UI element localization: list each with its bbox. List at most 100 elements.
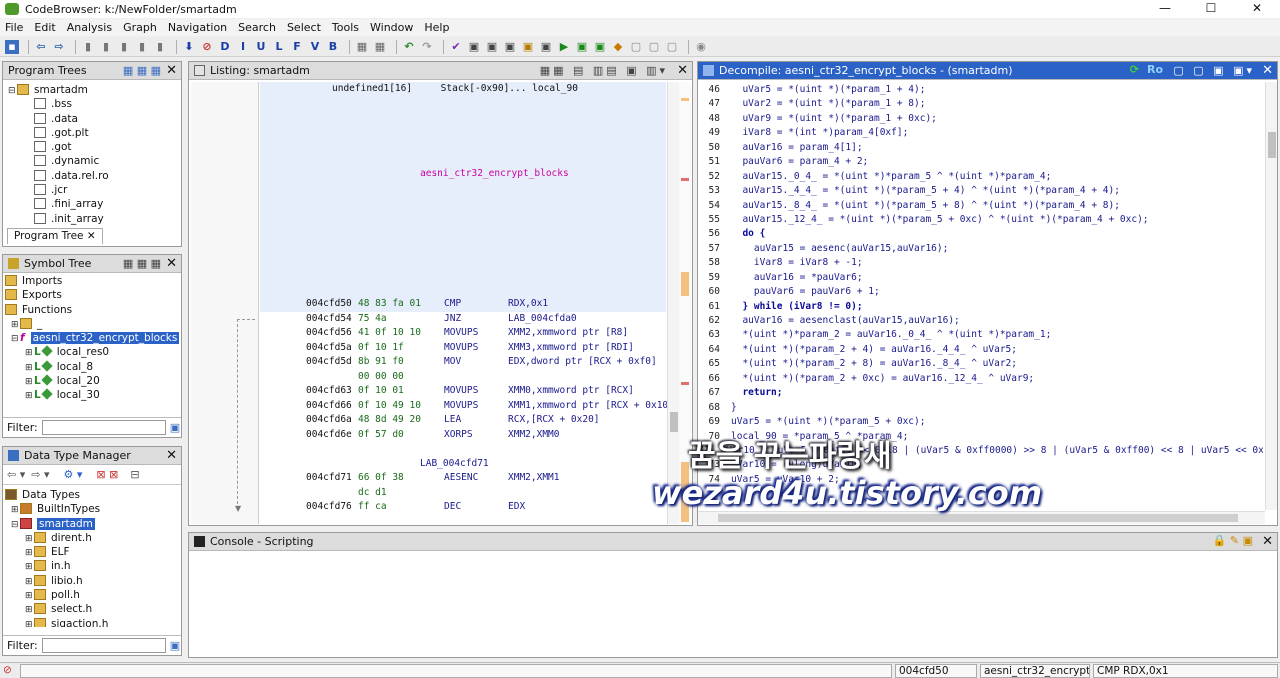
tree-item[interactable]: .init_array — [8, 212, 181, 226]
tree-item-category[interactable]: ⊞ dirent.h — [5, 531, 181, 545]
maximize-button[interactable]: ☐ — [1188, 0, 1234, 16]
tree-item-namespace[interactable]: ⊞ _ — [5, 317, 181, 331]
tree-item[interactable]: .data — [8, 112, 181, 126]
refresh-icon[interactable]: ⟳ — [1130, 63, 1139, 76]
menu-analysis[interactable]: Analysis — [67, 21, 112, 34]
navigate-icon[interactable]: ▮ — [117, 40, 131, 54]
close-window-button[interactable]: ✕ — [1234, 0, 1280, 16]
back-icon[interactable]: ⇦ ▾ — [7, 468, 25, 481]
undefined-button[interactable]: U — [254, 40, 268, 54]
tool-icon[interactable]: ▢ — [665, 40, 679, 54]
tree-item[interactable]: .got — [8, 140, 181, 154]
menu-navigation[interactable]: Navigation — [168, 21, 227, 34]
tool-icon[interactable]: ▣ — [539, 40, 553, 54]
save-icon[interactable]: ▪ — [5, 39, 19, 54]
tree-item[interactable]: .got.plt — [8, 126, 181, 140]
close-icon[interactable]: ✕ — [1262, 63, 1273, 78]
memory-icon[interactable]: ▦ — [355, 40, 369, 54]
panel-tools-icon[interactable]: ▦ ▦ ▦ — [123, 64, 161, 77]
tree-item-exports[interactable]: Exports — [5, 288, 181, 302]
instruction-button[interactable]: I — [236, 40, 250, 54]
diamond-icon[interactable]: ◆ — [611, 40, 625, 54]
menu-search[interactable]: Search — [238, 21, 276, 34]
tree-item-local[interactable]: ⊞L local_20 — [5, 374, 181, 388]
symbol-filter-input[interactable] — [41, 420, 166, 435]
close-icon[interactable]: ✕ — [166, 63, 177, 78]
tree-item[interactable]: .data.rel.ro — [8, 169, 181, 183]
menu-help[interactable]: Help — [424, 21, 449, 34]
menu-file[interactable]: File — [5, 21, 23, 34]
navigate-icon[interactable]: ▮ — [81, 40, 95, 54]
scrollbar-thumb[interactable] — [1268, 132, 1276, 158]
decompile-tools-icon[interactable]: ▢ ▢ ▣ ▣▾ — [1173, 64, 1255, 77]
tree-item-data-types[interactable]: Data Types — [5, 488, 181, 502]
tree-item[interactable]: .fini_array — [8, 197, 181, 211]
run-icon[interactable]: ▶ — [557, 40, 571, 54]
decompile-scrollbar[interactable] — [1265, 82, 1277, 510]
menu-graph[interactable]: Graph — [123, 21, 157, 34]
step-icon[interactable]: ▣ — [593, 40, 607, 54]
clear-icon[interactable]: ⊘ — [200, 40, 214, 54]
listing-scrollbar[interactable] — [667, 82, 679, 524]
filter-icon[interactable]: ⊠ ⊠ — [96, 468, 118, 481]
tool-icon[interactable]: ▣ — [467, 40, 481, 54]
down-arrow-icon[interactable]: ⬇ — [182, 40, 196, 54]
tool-icon[interactable]: ▣ — [485, 40, 499, 54]
tab-program-tree[interactable]: Program Tree ✕ — [7, 228, 103, 244]
tree-item[interactable]: .dynamic — [8, 154, 181, 168]
close-icon[interactable]: ✕ — [166, 256, 177, 271]
menu-tools[interactable]: Tools — [332, 21, 359, 34]
back-icon[interactable]: ⇦ — [34, 40, 48, 54]
close-icon[interactable]: ✕ — [677, 63, 688, 78]
tree-item[interactable]: .bss — [8, 97, 181, 111]
menu-edit[interactable]: Edit — [34, 21, 55, 34]
tree-item-function[interactable]: ⊟f aesni_ctr32_encrypt_blocks — [5, 331, 181, 345]
listing-tools-icon[interactable]: ▦▦ ▤ ▥▤ ▣ ▥▾ — [540, 64, 668, 77]
tree-item-category[interactable]: ⊞ select.h — [5, 602, 181, 616]
help-icon[interactable]: ◉ — [694, 40, 708, 54]
redo-icon[interactable]: ↷ — [420, 40, 434, 54]
dtm-filter-input[interactable] — [41, 638, 166, 653]
forward-icon[interactable]: ⇨ ▾ — [31, 468, 49, 481]
jump-label[interactable]: LAB_004cfd71 — [420, 457, 489, 472]
menu-window[interactable]: Window — [370, 21, 413, 34]
tree-item-local[interactable]: ⊞L local_res0 — [5, 345, 181, 359]
panel-tools-icon[interactable]: ▦ ▦ ▦ — [123, 257, 161, 270]
tree-item-program[interactable]: ⊟ smartadm — [5, 517, 181, 531]
function-label[interactable]: aesni_ctr32_encrypt_blocks — [420, 168, 569, 179]
variable-button[interactable]: V — [308, 40, 322, 54]
check-icon[interactable]: ✔ — [449, 40, 463, 54]
label-button[interactable]: L — [272, 40, 286, 54]
tree-item-functions[interactable]: Functions — [5, 303, 181, 317]
scrollbar-thumb[interactable] — [670, 412, 678, 432]
close-icon[interactable]: ✕ — [1262, 534, 1273, 549]
tool-icon[interactable]: ▣ — [521, 40, 535, 54]
options-icon[interactable]: ⚙ ▾ — [64, 468, 83, 481]
decompile-hscrollbar[interactable] — [698, 511, 1265, 524]
tree-item-category[interactable]: ⊞ poll.h — [5, 588, 181, 602]
step-icon[interactable]: ▣ — [575, 40, 589, 54]
tree-item-local[interactable]: ⊞L local_8 — [5, 360, 181, 374]
memory-icon[interactable]: ▦ — [373, 40, 387, 54]
tree-item-builtin[interactable]: ⊞ BuiltInTypes — [5, 502, 181, 516]
tree-item[interactable]: .jcr — [8, 183, 181, 197]
minimize-button[interactable]: — — [1142, 0, 1188, 16]
read-only-button[interactable]: Ro — [1147, 63, 1163, 76]
error-icon[interactable]: ⊘ — [3, 664, 12, 676]
navigate-icon[interactable]: ▮ — [135, 40, 149, 54]
console-tools-icon[interactable]: 🔒 ✎ ▣ — [1213, 534, 1253, 547]
forward-icon[interactable]: ⇨ — [52, 40, 66, 54]
filter-options-icon[interactable]: ▣ — [170, 639, 180, 652]
console-output[interactable] — [189, 551, 1277, 655]
collapse-icon[interactable]: ⊟ — [130, 468, 139, 481]
scrollbar-thumb[interactable] — [718, 514, 1238, 522]
tree-item-imports[interactable]: Imports — [5, 274, 181, 288]
filter-options-icon[interactable]: ▣ — [170, 421, 180, 434]
tree-item-category[interactable]: ⊞ ELF — [5, 545, 181, 559]
tool-icon[interactable]: ▣ — [503, 40, 517, 54]
undo-icon[interactable]: ↶ — [402, 40, 416, 54]
close-icon[interactable]: ✕ — [166, 448, 177, 463]
navigate-icon[interactable]: ▮ — [153, 40, 167, 54]
bookmark-button[interactable]: B — [326, 40, 340, 54]
tree-item-category[interactable]: ⊞ sigaction.h — [5, 617, 181, 627]
